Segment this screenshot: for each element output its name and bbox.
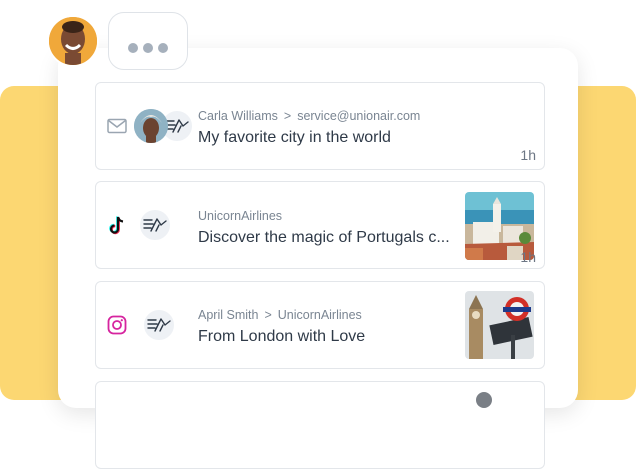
london-photo[interactable] [465, 291, 534, 359]
message-card[interactable]: Carla Williams > service@unionair.com My f… [95, 82, 545, 170]
message-meta: Carla Williams > service@unionair.com [198, 109, 454, 124]
message-card[interactable] [95, 381, 545, 469]
sender-name: Carla Williams [198, 109, 278, 123]
message-time: 1h [520, 249, 536, 265]
mail-icon [106, 83, 128, 169]
instagram-icon [106, 282, 128, 368]
message-subject: My favorite city in the world [198, 129, 391, 146]
sender-avatar [134, 109, 168, 143]
airline-logo [138, 208, 172, 242]
thumbnail-partial [476, 392, 492, 408]
airline-logo [142, 308, 176, 342]
typing-dot [128, 43, 138, 53]
message-card[interactable]: April Smith > UnicornAirlines From London … [95, 281, 545, 369]
message-subject: Discover the magic of Portugals c... [198, 229, 450, 246]
tiktok-icon [106, 182, 128, 268]
recipient-name: UnicornAirlines [277, 308, 362, 322]
typing-dot [158, 43, 168, 53]
typing-indicator [108, 12, 188, 70]
typing-dot [143, 43, 153, 53]
sender-name: April Smith [198, 308, 259, 322]
message-meta: April Smith > UnicornAirlines [198, 308, 454, 323]
user-avatar[interactable] [47, 15, 99, 67]
sender-name: UnicornAirlines [198, 209, 283, 223]
avatar-photo [49, 17, 97, 65]
message-time: 1h [520, 147, 536, 163]
separator: > [264, 308, 272, 322]
message-card[interactable]: UnicornAirlines Discover the magic of Po… [95, 181, 545, 269]
message-subject: From London with Love [198, 328, 366, 345]
recipient-name: service@unionair.com [297, 109, 421, 123]
separator: > [283, 109, 292, 123]
